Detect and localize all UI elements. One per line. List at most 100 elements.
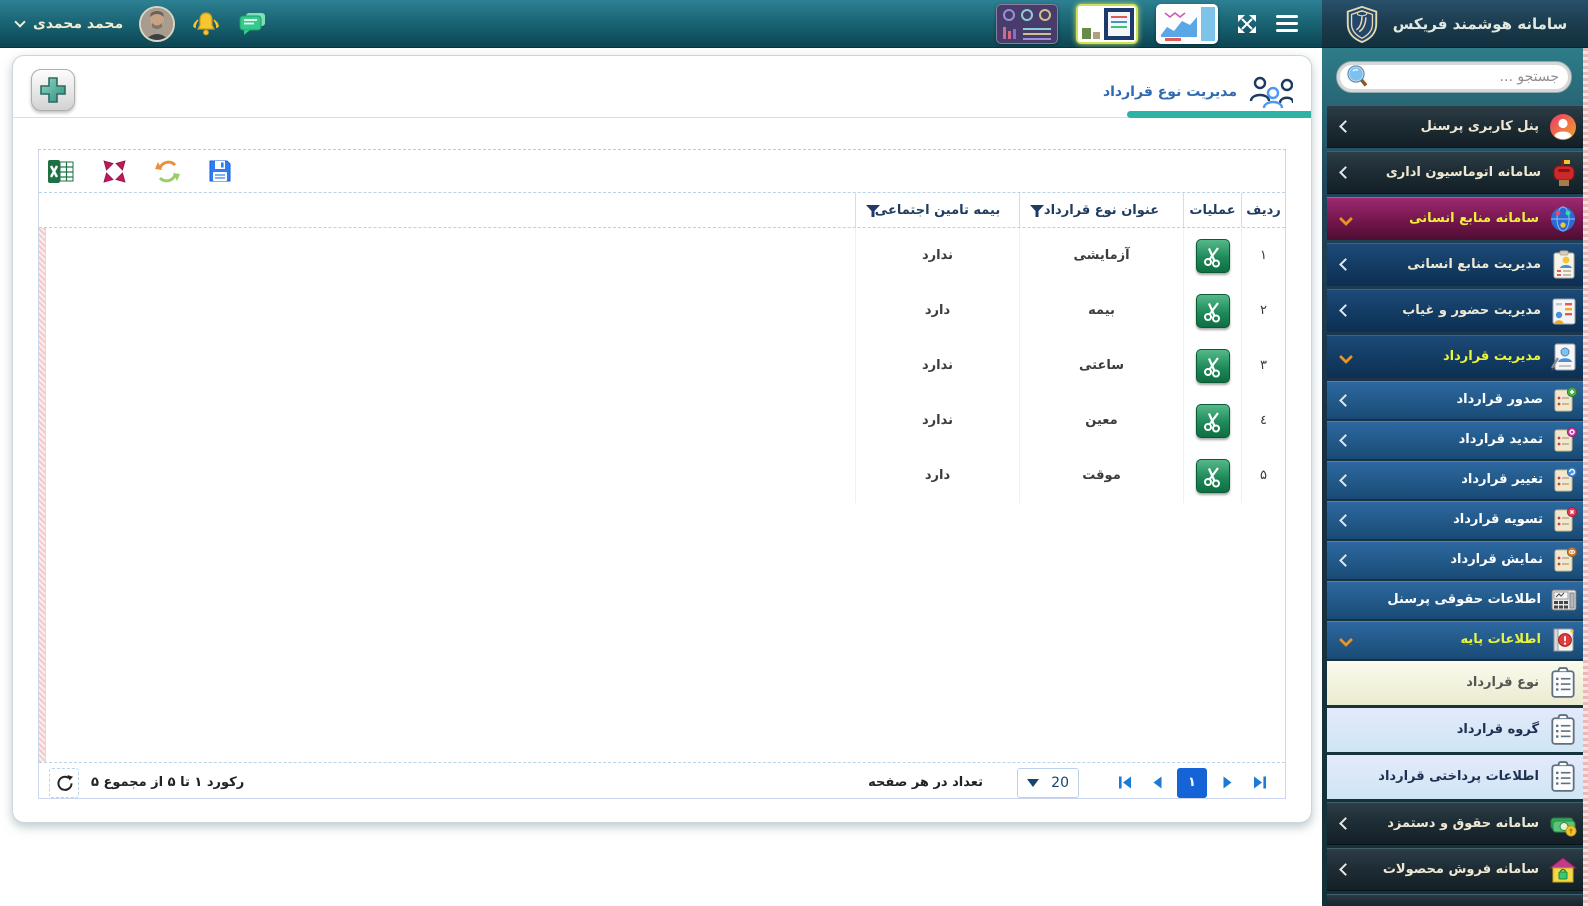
filter-funnel-icon[interactable] — [1029, 204, 1045, 222]
per-page-dropdown[interactable]: 20 — [1017, 768, 1079, 798]
refresh-icon[interactable] — [154, 158, 181, 185]
sidebar-item-hr-management[interactable]: مدیریت منابع انسانی — [1327, 243, 1588, 286]
cut-row-button[interactable] — [1196, 459, 1230, 493]
sidebar-item-contract-management[interactable]: مدیریت قرارداد — [1327, 335, 1588, 378]
insurance-cell: دارد — [855, 448, 1019, 503]
note-view-icon — [1552, 547, 1578, 573]
sidebar-item-label: مدیریت منابع انسانی — [1359, 257, 1541, 273]
note-plus-icon — [1552, 387, 1578, 413]
expand-icon[interactable] — [1236, 13, 1258, 35]
pager-next-button[interactable] — [1214, 770, 1240, 796]
cut-row-button[interactable] — [1196, 294, 1230, 328]
cut-row-button[interactable] — [1196, 239, 1230, 273]
sidebar-item-label: مدیریت قرارداد — [1360, 349, 1541, 365]
pager-current-page[interactable]: ۱ — [1177, 768, 1207, 798]
chevron-left-icon — [1339, 258, 1352, 271]
sidebar-item-contract-view[interactable]: نمایش قرارداد — [1327, 541, 1588, 579]
contract-title-cell: آزمایشی — [1019, 228, 1183, 283]
contract-title-cell: معین — [1019, 393, 1183, 448]
workspace-thumbnail-report[interactable] — [1156, 4, 1218, 44]
sidebar-item-personnel-panel[interactable]: پنل کاربری پرسنل — [1327, 105, 1588, 148]
sidebar-item-contract-payment-info[interactable]: اطلاعات پرداختی قرارداد — [1327, 755, 1588, 799]
table-scrollbar[interactable] — [39, 228, 46, 762]
grid-body: ۱ آزمایشی ندارد ۲ — [39, 228, 1285, 762]
chevron-down-icon — [1339, 349, 1353, 363]
table-row: ۲ بیمه دارد — [39, 283, 1285, 338]
workspace-thumbnail-dashboard[interactable] — [996, 4, 1058, 44]
column-header-label: بیمه تامین اجتماعی — [875, 203, 1000, 218]
top-bar-main: محمد محمدی — [0, 0, 1322, 48]
per-page-value: 20 — [1051, 775, 1069, 791]
sidebar-search[interactable] — [1336, 61, 1572, 93]
sidebar-item-label: اطلاعات حقوقی پرسنل — [1341, 592, 1541, 608]
pager-prev-button[interactable] — [1144, 770, 1170, 796]
sidebar-item-payroll-system[interactable]: سامانه حقوق و دستمزد — [1327, 802, 1588, 845]
avatar[interactable] — [139, 6, 175, 42]
notifications-bell-button[interactable] — [191, 10, 221, 38]
sidebar-item-label: نمایش قرارداد — [1359, 552, 1543, 568]
sidebar-item-contract-group[interactable]: گروه قرارداد — [1327, 708, 1588, 752]
filler-cell — [39, 393, 855, 448]
tab-label: مدیریت نوع قرارداد — [1103, 84, 1237, 100]
contract-type-grid: ردیف عملیات عنوان نوع قرارداد بیمه تامین… — [38, 149, 1286, 799]
sidebar-item-hr-system[interactable]: سامانه منابع انسانی — [1327, 197, 1588, 240]
insurance-cell: دارد — [855, 283, 1019, 338]
main-area: مدیریت نوع قرارداد — [0, 48, 1322, 906]
pager-first-button[interactable] — [1112, 770, 1138, 796]
user-menu[interactable]: محمد محمدی — [16, 16, 123, 32]
cut-row-button[interactable] — [1196, 404, 1230, 438]
sidebar-item-partial[interactable] — [1327, 894, 1588, 906]
operations-cell — [1183, 448, 1241, 503]
user-name: محمد محمدی — [33, 16, 123, 32]
app-logo-icon — [1343, 5, 1381, 43]
table-row: ۱ آزمایشی ندارد — [39, 228, 1285, 283]
filter-funnel-icon[interactable] — [865, 204, 881, 222]
sidebar-scrollbar[interactable] — [1583, 48, 1588, 906]
search-input[interactable] — [1377, 68, 1561, 86]
sidebar-item-contract-change[interactable]: تغییر قرارداد — [1327, 461, 1588, 499]
excel-export-icon[interactable] — [47, 158, 75, 185]
app-title: سامانه هوشمند فریکس — [1393, 15, 1568, 33]
sidebar-item-personnel-salary-info[interactable]: اطلاعات حقوقی پرسنل — [1327, 581, 1588, 619]
grid-toolbar — [39, 150, 1285, 192]
contract-title-cell: ساعتی — [1019, 338, 1183, 393]
sidebar-item-contract-issue[interactable]: صدور قرارداد — [1327, 381, 1588, 419]
sidebar-item-sales-system[interactable]: سامانه فروش محصولات — [1327, 848, 1588, 891]
workspace-thumbnail-current[interactable] — [1076, 4, 1138, 44]
caret-down-icon — [1027, 779, 1039, 787]
book-alert-icon — [1550, 626, 1578, 654]
sidebar-item-label: گروه قرارداد — [1341, 722, 1539, 738]
chevron-left-icon — [1339, 394, 1352, 407]
save-icon[interactable] — [207, 158, 233, 184]
pager-last-button[interactable] — [1246, 770, 1272, 796]
sidebar-item-label: تسویه قرارداد — [1359, 512, 1543, 528]
sidebar-item-base-info[interactable]: اطلاعات پایه — [1327, 621, 1588, 659]
operations-cell — [1183, 338, 1241, 393]
app-header: سامانه هوشمند فریکس — [1322, 0, 1588, 48]
collapse-icon[interactable] — [101, 158, 128, 185]
app-window: سامانه هوشمند فریکس محمد محمدی — [0, 0, 1588, 906]
grid-header-row: ردیف عملیات عنوان نوع قرارداد بیمه تامین… — [39, 192, 1285, 228]
records-summary: رکورد ۱ تا ۵ از مجموع ۵ — [91, 775, 244, 790]
insurance-cell: ندارد — [855, 338, 1019, 393]
sidebar-item-attendance[interactable]: مدیریت حضور و غیاب — [1327, 289, 1588, 332]
home-sale-icon — [1548, 856, 1578, 884]
note-settle-icon — [1552, 507, 1578, 533]
add-button[interactable] — [31, 69, 75, 111]
cut-row-button[interactable] — [1196, 349, 1230, 383]
sidebar-item-contract-settle[interactable]: تسویه قرارداد — [1327, 501, 1588, 539]
tab-contract-type-management[interactable]: مدیریت نوع قرارداد — [1103, 76, 1293, 108]
filler-cell — [39, 283, 855, 338]
filler-cell — [39, 448, 855, 503]
row-number-cell: ۱ — [1241, 228, 1285, 283]
sidebar-item-contract-extend[interactable]: تمدید قرارداد — [1327, 421, 1588, 459]
sidebar-item-contract-type[interactable]: نوع قرارداد — [1327, 661, 1588, 705]
money-icon — [1548, 810, 1578, 838]
menu-icon[interactable] — [1276, 15, 1298, 32]
pager-refresh-button[interactable] — [49, 768, 79, 798]
clipboard-icon — [1548, 667, 1578, 699]
sidebar-item-label: صدور قرارداد — [1359, 392, 1543, 408]
chat-button[interactable] — [237, 10, 267, 38]
sidebar-item-office-automation[interactable]: سامانه اتوماسیون اداری — [1327, 151, 1588, 194]
operations-cell — [1183, 283, 1241, 338]
